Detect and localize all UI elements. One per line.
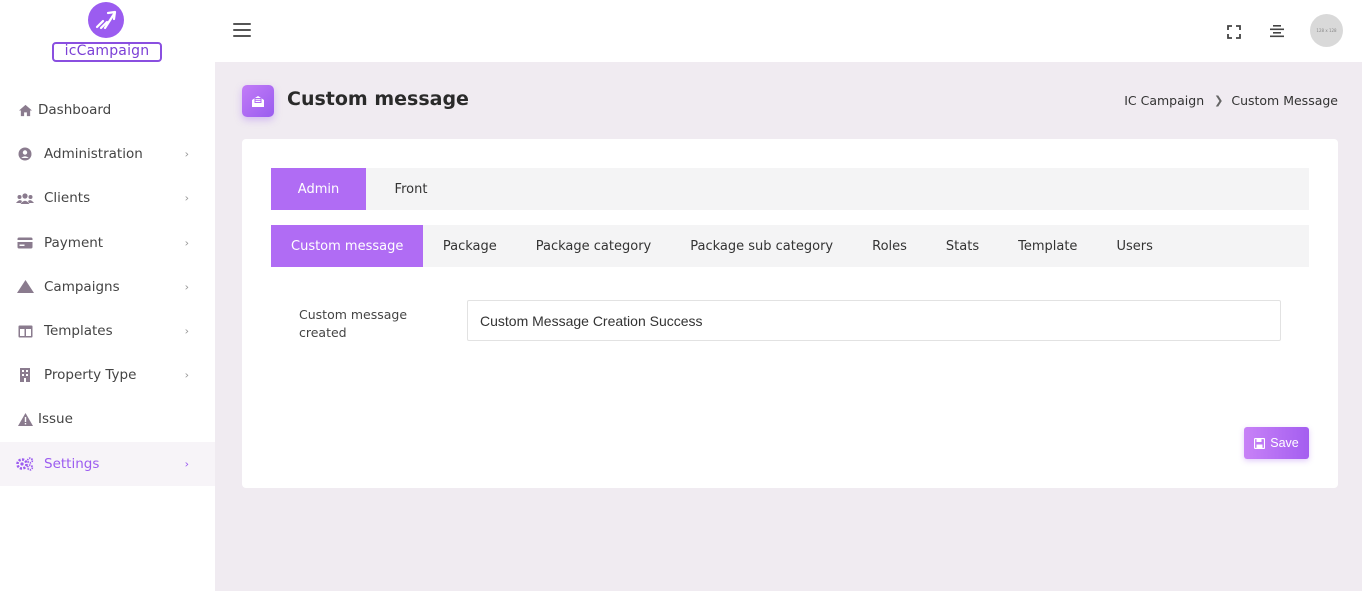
menu-toggle-icon[interactable] (233, 23, 251, 37)
floppy-disk-icon (1254, 437, 1266, 449)
home-icon (16, 102, 34, 118)
envelope-open-icon (252, 96, 264, 107)
tab-admin[interactable]: Admin (271, 168, 366, 210)
breadcrumb: IC Campaign ❯ Custom Message (1124, 93, 1338, 108)
chevron-right-icon: › (184, 457, 189, 471)
app-logo[interactable]: icCampaign (52, 2, 162, 64)
sidebar-item-label: Campaigns (44, 278, 120, 295)
sidebar-item-dashboard[interactable]: Dashboard (0, 88, 215, 132)
sidebar: icCampaign Dashboard Administration › Cl… (0, 0, 215, 591)
tab-package[interactable]: Package (423, 225, 516, 267)
secondary-tabs: Custom message Package Package category … (271, 225, 1309, 267)
tab-custom-message[interactable]: Custom message (271, 225, 424, 267)
sidebar-item-label: Property Type (44, 367, 137, 384)
page-title: Custom message (287, 88, 469, 110)
tab-template[interactable]: Template (999, 225, 1097, 267)
mountain-icon (16, 279, 34, 295)
logo-text: icCampaign (52, 42, 162, 62)
sidebar-item-label: Clients (44, 190, 91, 207)
sidebar-item-label: Payment (44, 234, 104, 251)
sidebar-item-administration[interactable]: Administration › (0, 132, 215, 176)
logo-mark-icon (88, 2, 124, 38)
align-center-icon[interactable] (1270, 23, 1284, 38)
chevron-right-icon: › (184, 147, 189, 161)
fullscreen-icon[interactable] (1227, 24, 1241, 39)
sidebar-item-property-type[interactable]: Property Type › (0, 353, 215, 397)
tab-front[interactable]: Front (366, 168, 456, 210)
sidebar-item-clients[interactable]: Clients › (0, 176, 215, 220)
chevron-right-icon: › (184, 191, 189, 205)
sidebar-item-label: Administration (44, 146, 143, 163)
users-icon (16, 190, 34, 206)
tab-package-category[interactable]: Package category (516, 225, 670, 267)
sidebar-item-label: Dashboard (38, 102, 112, 119)
sidebar-item-campaigns[interactable]: Campaigns › (0, 265, 215, 309)
user-circle-icon (16, 146, 34, 162)
save-button[interactable]: Save (1244, 427, 1309, 459)
credit-card-icon (16, 235, 34, 251)
chevron-right-icon: › (184, 368, 189, 382)
table-icon (16, 323, 34, 339)
sidebar-item-payment[interactable]: Payment › (0, 221, 215, 265)
sidebar-item-label: Templates (44, 323, 113, 340)
chevron-right-icon: › (184, 324, 189, 338)
avatar[interactable]: 128 x 128 (1310, 14, 1343, 47)
save-button-label: Save (1270, 436, 1299, 450)
chevron-right-icon: ❯ (1214, 94, 1224, 107)
sidebar-item-label: Issue (38, 411, 73, 428)
sidebar-item-templates[interactable]: Templates › (0, 309, 215, 353)
primary-tabs: Admin Front (271, 168, 1309, 210)
warning-icon (16, 411, 34, 427)
tab-package-sub-category[interactable]: Package sub category (671, 225, 853, 267)
chevron-right-icon: › (184, 280, 189, 294)
tab-roles[interactable]: Roles (853, 225, 927, 267)
sidebar-item-issue[interactable]: Issue (0, 397, 215, 441)
custom-message-input[interactable] (467, 300, 1281, 341)
topbar: 128 x 128 (215, 0, 1362, 62)
breadcrumb-item-current: Custom Message (1231, 93, 1338, 108)
sidebar-item-label: Settings (44, 455, 100, 472)
tab-stats[interactable]: Stats (926, 225, 998, 267)
sidebar-item-settings[interactable]: Settings › (0, 441, 215, 486)
sidebar-nav: Dashboard Administration › Clients › Pay… (0, 88, 215, 486)
content-card: Admin Front Custom message Package Packa… (242, 139, 1338, 488)
custom-message-label: Custom message created (299, 307, 408, 340)
tab-users[interactable]: Users (1097, 225, 1172, 267)
gears-icon (16, 456, 34, 472)
breadcrumb-item-home[interactable]: IC Campaign (1124, 93, 1204, 108)
page-icon (242, 85, 274, 117)
chevron-right-icon: › (184, 236, 189, 250)
building-icon (16, 367, 34, 383)
